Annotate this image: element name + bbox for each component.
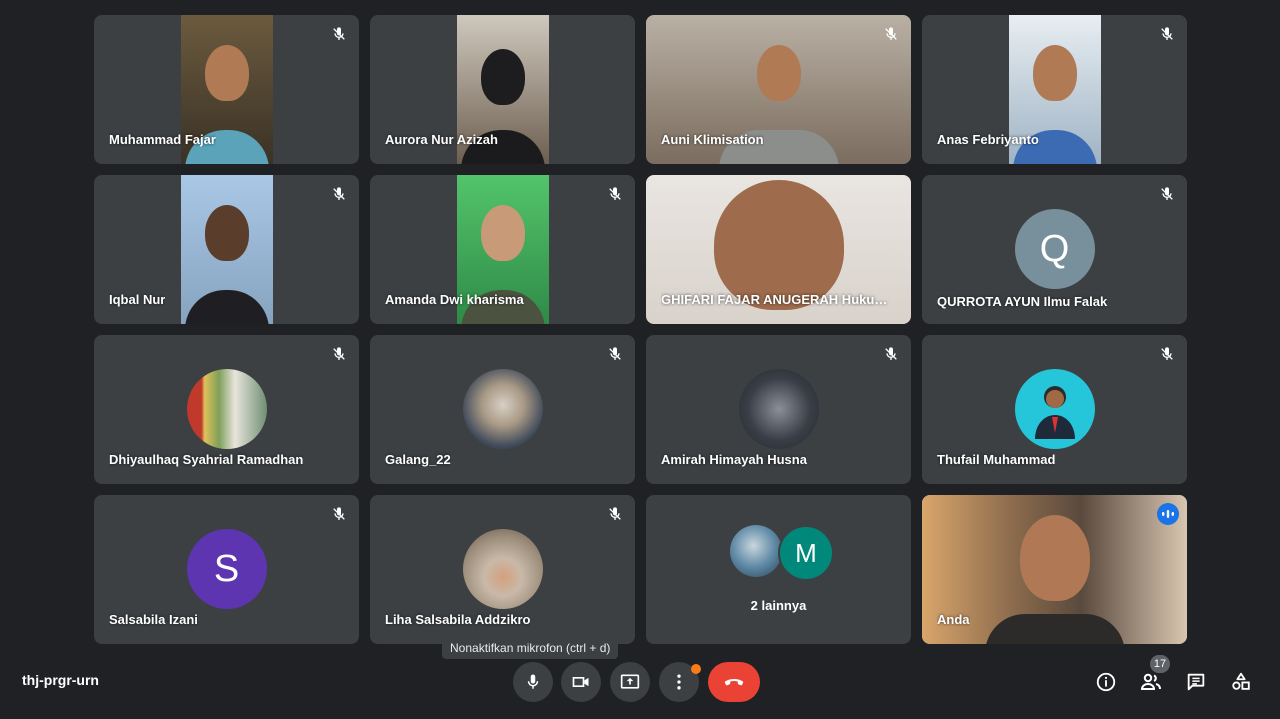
camera-icon — [572, 677, 589, 687]
face — [1019, 515, 1090, 601]
participant-name: Dhiyaulhaq Syahrial Ramadhan — [109, 452, 304, 467]
participant-tile[interactable]: Iqbal Nur — [94, 175, 359, 324]
participant-tile[interactable]: Muhammad Fajar — [94, 15, 359, 164]
mic-off-icon — [1161, 27, 1173, 40]
participant-avatar — [730, 525, 782, 577]
more-participants-tile[interactable]: M 2 lainnya — [646, 495, 911, 644]
participant-tile[interactable]: Dhiyaulhaq Syahrial Ramadhan — [94, 335, 359, 484]
mic-off-icon — [885, 27, 897, 40]
participant-tile[interactable]: Anas Febriyanto — [922, 15, 1187, 164]
participant-avatar — [462, 529, 543, 609]
self-name: Anda — [937, 612, 970, 627]
mic-off-icon — [333, 187, 345, 200]
chat-button[interactable] — [1184, 670, 1208, 694]
meeting-details-button[interactable] — [1094, 670, 1118, 694]
end-call-button[interactable] — [708, 662, 760, 702]
face — [480, 205, 525, 261]
mic-off-icon — [1161, 187, 1173, 200]
more-participants-label: 2 lainnya — [750, 598, 807, 613]
participant-tile[interactable]: Thufail Muhammad — [922, 335, 1187, 484]
participant-tile[interactable]: Galang_22 — [370, 335, 635, 484]
face — [204, 45, 249, 101]
participant-name: Amirah Himayah Husna — [661, 452, 807, 467]
participant-tile[interactable]: GHIFARI FAJAR ANUGERAH Hukum Keluarga — [646, 175, 911, 324]
participant-tile[interactable]: Amirah Himayah Husna — [646, 335, 911, 484]
participant-name: QURROTA AYUN Ilmu Falak — [937, 294, 1108, 309]
participant-tile[interactable]: Amanda Dwi kharisma — [370, 175, 635, 324]
audio-level-icon — [1162, 510, 1174, 518]
more-avatars: M — [730, 525, 834, 581]
self-view-tile[interactable]: Anda — [922, 495, 1187, 644]
person-icon — [1034, 386, 1075, 439]
people-icon — [1140, 673, 1161, 690]
speaking-indicator-icon — [1157, 503, 1179, 525]
participant-avatar: Q — [1014, 209, 1095, 289]
microphone-icon — [527, 674, 539, 689]
more-vert-icon — [677, 674, 681, 690]
mic-off-icon — [609, 187, 621, 200]
mic-off-icon — [609, 347, 621, 360]
people-button[interactable] — [1139, 670, 1163, 694]
participant-tile[interactable]: S Salsabila Izani — [94, 495, 359, 644]
present-button[interactable] — [610, 662, 650, 702]
activities-icon — [1232, 672, 1250, 690]
body — [184, 290, 269, 324]
participant-name: Muhammad Fajar — [109, 132, 216, 147]
participant-tile[interactable]: Auni Klimisation — [646, 15, 911, 164]
mic-button[interactable] — [513, 662, 553, 702]
participant-tile[interactable]: Liha Salsabila Addzikro — [370, 495, 635, 644]
mic-tooltip: Nonaktifkan mikrofon (ctrl + d) — [442, 637, 619, 659]
participant-avatar — [186, 369, 267, 449]
participant-name: Galang_22 — [385, 452, 451, 467]
participant-tile[interactable]: Q QURROTA AYUN Ilmu Falak — [922, 175, 1187, 324]
face — [713, 180, 844, 310]
participant-name: GHIFARI FAJAR ANUGERAH Hukum Keluarga — [661, 292, 896, 307]
participant-name: Auni Klimisation — [661, 132, 764, 147]
participant-name: Aurora Nur Azizah — [385, 132, 498, 147]
meeting-code: thj-prgr-urn — [22, 672, 99, 688]
participant-name: Iqbal Nur — [109, 292, 166, 307]
participant-avatar — [1014, 369, 1095, 449]
participant-tile[interactable]: Aurora Nur Azizah — [370, 15, 635, 164]
mic-off-icon — [609, 507, 621, 520]
info-icon — [1096, 672, 1116, 692]
participant-video — [180, 175, 273, 324]
end-call-icon — [724, 679, 744, 686]
participant-name: Thufail Muhammad — [937, 452, 1056, 467]
mic-off-icon — [1161, 347, 1173, 360]
participant-name: Liha Salsabila Addzikro — [385, 612, 531, 627]
present-screen-icon — [620, 674, 640, 689]
mic-off-icon — [885, 347, 897, 360]
mic-off-icon — [333, 507, 345, 520]
participant-name: Anas Febriyanto — [937, 132, 1039, 147]
chat-icon — [1187, 673, 1205, 691]
camera-button[interactable] — [561, 662, 601, 702]
participant-avatar — [462, 369, 543, 449]
face — [756, 45, 801, 101]
participant-name: Amanda Dwi kharisma — [385, 292, 524, 307]
body — [984, 614, 1125, 644]
participant-avatar: M — [778, 525, 834, 581]
mic-off-icon — [333, 27, 345, 40]
face — [204, 205, 249, 261]
participant-avatar — [738, 369, 819, 449]
notification-dot — [691, 664, 701, 674]
activities-button[interactable] — [1229, 670, 1253, 694]
participant-avatar: S — [186, 529, 267, 609]
mic-off-icon — [333, 347, 345, 360]
face — [480, 49, 525, 105]
face — [1032, 45, 1077, 101]
participant-name: Salsabila Izani — [109, 612, 198, 627]
